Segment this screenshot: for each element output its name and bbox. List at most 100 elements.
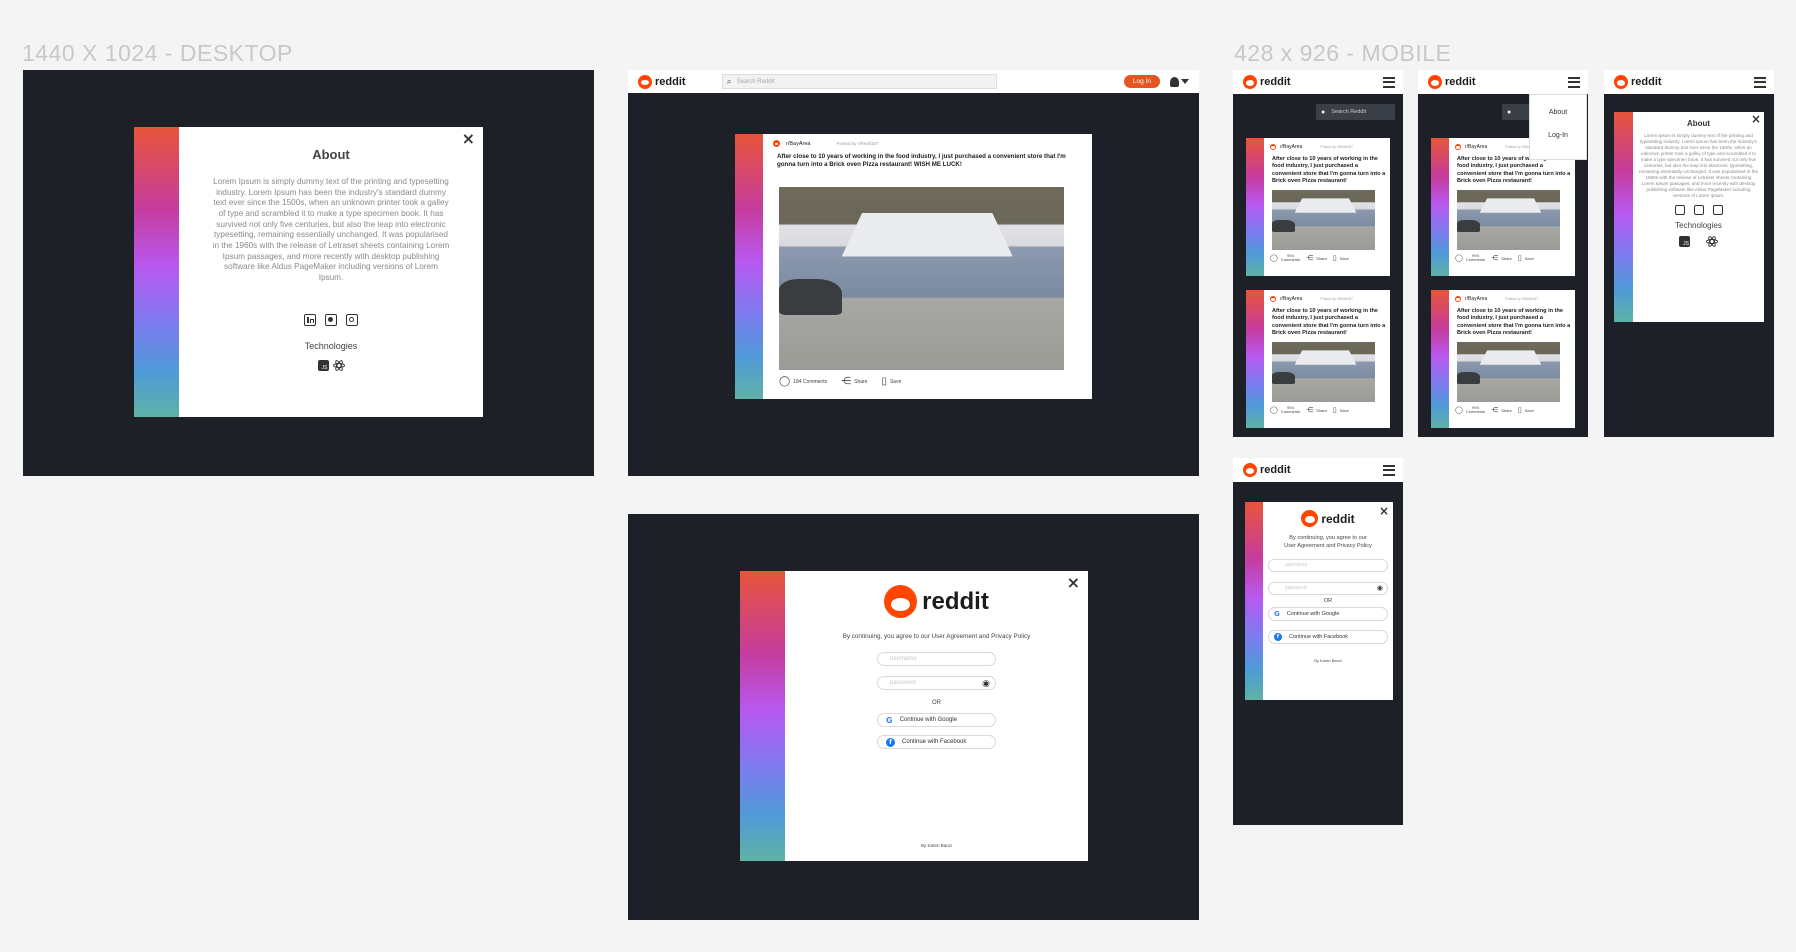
- instagram-icon[interactable]: [1712, 204, 1723, 215]
- desktop-header: reddit ⌕ Search Reddit Log In: [628, 70, 1199, 93]
- post-title[interactable]: After close to 10 years of working in th…: [1272, 308, 1386, 338]
- comments-button[interactable]: ◯ 994 Comments: [1455, 253, 1485, 263]
- login-modal: × reddit By continuing, you agree to our…: [740, 571, 1088, 861]
- save-button[interactable]: ▯ Save: [1333, 406, 1349, 414]
- subreddit-name[interactable]: r/BayArea: [786, 141, 810, 147]
- hamburger-menu-icon[interactable]: [1568, 76, 1580, 88]
- linkedin-icon[interactable]: [304, 313, 316, 326]
- comments-word: Comments: [1280, 409, 1301, 415]
- share-button[interactable]: ⋲ Share: [1306, 406, 1327, 414]
- share-label: Share: [1501, 255, 1512, 261]
- password-field[interactable]: password ◉: [877, 676, 996, 690]
- credit-text: By Karen Banci: [1314, 657, 1342, 663]
- search-icon: ●: [1507, 108, 1512, 116]
- post-title[interactable]: After close to 10 years of working in th…: [1457, 308, 1571, 338]
- desktop-about-frame: × About Lorem Ipsum is simply dummy text…: [23, 70, 594, 476]
- google-icon: G: [1274, 609, 1280, 618]
- comments-button[interactable]: ◯ 994 Comments: [1270, 405, 1301, 415]
- post-image[interactable]: [1272, 342, 1375, 402]
- comments-button[interactable]: ◯ 994 Comments: [1270, 253, 1301, 263]
- post-card[interactable]: r/BayArea Posted by r/Redit187 After clos…: [1246, 290, 1390, 428]
- reddit-logo[interactable]: reddit: [638, 74, 686, 89]
- mobile-menu-frame: reddit ● r/BayArea Posted by r/Redit187 A…: [1418, 70, 1588, 437]
- github-icon[interactable]: [1693, 204, 1704, 215]
- tech-icons: JS: [179, 359, 483, 373]
- hamburger-menu-icon[interactable]: [1383, 464, 1395, 476]
- menu-item-login[interactable]: Log-In: [1530, 132, 1586, 139]
- share-button[interactable]: ⋲ Share: [1491, 406, 1512, 414]
- subreddit-name[interactable]: r/BayArea: [1465, 296, 1487, 302]
- react-icon: [332, 359, 345, 373]
- reddit-logo[interactable]: reddit: [1243, 75, 1291, 89]
- hamburger-menu-icon[interactable]: [1383, 76, 1395, 88]
- reddit-logo[interactable]: reddit: [1243, 463, 1291, 477]
- save-label: Save: [1524, 255, 1534, 261]
- post-title[interactable]: After close to 10 years of working in th…: [777, 153, 1082, 170]
- close-icon[interactable]: ×: [1379, 504, 1389, 518]
- share-button[interactable]: ⋲ Share: [1491, 254, 1512, 262]
- share-button[interactable]: ⋲ Share: [1306, 254, 1327, 262]
- eye-icon[interactable]: ◉: [982, 678, 990, 689]
- instagram-icon[interactable]: [346, 313, 358, 326]
- gradient-strip: [1431, 290, 1449, 428]
- posted-by: Posted by r/Redit187: [1505, 297, 1538, 301]
- post-title[interactable]: After close to 10 years of working in th…: [1272, 156, 1386, 186]
- subreddit-name[interactable]: r/BayArea: [1465, 144, 1487, 150]
- post-card[interactable]: r/BayArea Posted by r/Redit187 After clos…: [1431, 290, 1575, 428]
- gradient-strip: [740, 571, 785, 861]
- login-button[interactable]: Log In: [1123, 75, 1160, 88]
- reddit-wordmark: reddit: [655, 75, 686, 88]
- post-image[interactable]: [1272, 190, 1375, 250]
- post-image[interactable]: [779, 187, 1064, 370]
- linkedin-icon[interactable]: [1674, 204, 1685, 215]
- menu-item-about[interactable]: About: [1530, 109, 1586, 116]
- close-icon[interactable]: ×: [462, 129, 475, 148]
- mobile-feed-frame: reddit ● Search Reddit r/BayArea Posted by…: [1233, 70, 1403, 437]
- desktop-login-frame: × reddit By continuing, you agree to our…: [628, 514, 1199, 920]
- hamburger-menu-icon[interactable]: [1754, 76, 1766, 88]
- search-input[interactable]: ● Search Reddit: [1316, 104, 1395, 120]
- share-label: Share: [1501, 407, 1512, 413]
- subreddit-name[interactable]: r/BayArea: [1280, 296, 1302, 302]
- username-field[interactable]: username: [877, 652, 996, 666]
- eye-icon[interactable]: ◉: [1377, 584, 1383, 592]
- post-image[interactable]: [1457, 342, 1560, 402]
- github-icon[interactable]: [325, 313, 337, 326]
- google-button[interactable]: G Continue with Google: [877, 713, 996, 727]
- save-button[interactable]: ▯ Save: [881, 376, 901, 387]
- reddit-logo[interactable]: reddit: [1614, 75, 1662, 89]
- facebook-button[interactable]: f Continue with Facebook: [877, 735, 996, 749]
- posted-by: Posted by r/Redit187: [1320, 145, 1353, 149]
- search-input[interactable]: ⌕ Search Reddit: [721, 74, 997, 89]
- search-input[interactable]: ●: [1502, 104, 1532, 120]
- save-button[interactable]: ▯ Save: [1518, 406, 1534, 414]
- username-field[interactable]: username: [1268, 558, 1388, 572]
- comments-button[interactable]: ◯ 994 Comments: [1455, 405, 1485, 415]
- password-field[interactable]: password ◉: [1268, 581, 1388, 595]
- reddit-logo[interactable]: reddit: [1428, 75, 1476, 89]
- post-card[interactable]: r/BayArea Posted by r/Redit187 After clos…: [1246, 138, 1390, 276]
- save-button[interactable]: ▯ Save: [1333, 254, 1349, 262]
- post-card[interactable]: r/BayArea Posted by r/Redit187 After clo…: [735, 134, 1092, 399]
- comments-word: Comments: [1280, 257, 1301, 263]
- post-image[interactable]: [1457, 190, 1560, 250]
- user-menu-icon[interactable]: [1170, 76, 1189, 87]
- or-divider: OR: [1323, 597, 1333, 604]
- post-title[interactable]: After close to 10 years of working in th…: [1457, 156, 1571, 186]
- close-icon[interactable]: ×: [1067, 573, 1080, 592]
- close-icon[interactable]: ×: [1751, 112, 1761, 126]
- bookmark-icon: ▯: [1517, 407, 1522, 415]
- password-placeholder: password: [890, 680, 916, 686]
- reddit-snoo-icon: [1243, 463, 1257, 477]
- share-button[interactable]: ⋲ Share: [841, 376, 867, 387]
- mobile-header: reddit: [1233, 70, 1403, 94]
- google-button[interactable]: G Continue with Google: [1268, 606, 1388, 621]
- facebook-button[interactable]: f Continue with Facebook: [1268, 629, 1388, 644]
- reddit-snoo-icon: [1301, 510, 1319, 527]
- comments-button[interactable]: ◯ 184 Comments: [779, 376, 827, 387]
- gradient-strip: [735, 134, 763, 399]
- save-button[interactable]: ▯ Save: [1518, 254, 1534, 262]
- subreddit-name[interactable]: r/BayArea: [1280, 144, 1302, 150]
- reddit-snoo-icon: [1428, 75, 1442, 89]
- subreddit-icon: [1455, 144, 1461, 150]
